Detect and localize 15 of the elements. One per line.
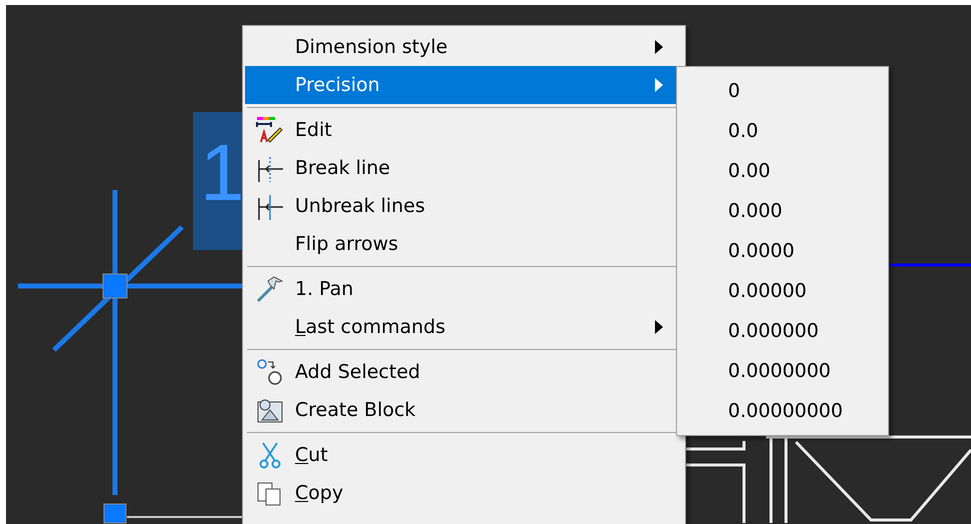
menu-item[interactable]: Dimension style — [245, 28, 683, 66]
ruler-pencil-icon — [256, 116, 284, 144]
submenu-arrow-icon — [655, 320, 663, 334]
submenu-arrow-icon — [655, 78, 663, 92]
menu-item[interactable]: 0.0000 — [677, 231, 888, 271]
menu-item[interactable]: Cut — [245, 436, 683, 474]
submenu-arrow-icon — [655, 40, 663, 54]
menu-item[interactable]: Copy — [245, 474, 683, 512]
break-line-icon — [256, 192, 284, 220]
break-line-icon — [256, 154, 284, 182]
circles-arrow-icon — [256, 358, 284, 386]
dimension-text: 1 — [200, 133, 244, 213]
grip-square[interactable] — [104, 504, 126, 524]
grip-square[interactable] — [102, 274, 128, 298]
hammer-icon — [256, 275, 284, 303]
